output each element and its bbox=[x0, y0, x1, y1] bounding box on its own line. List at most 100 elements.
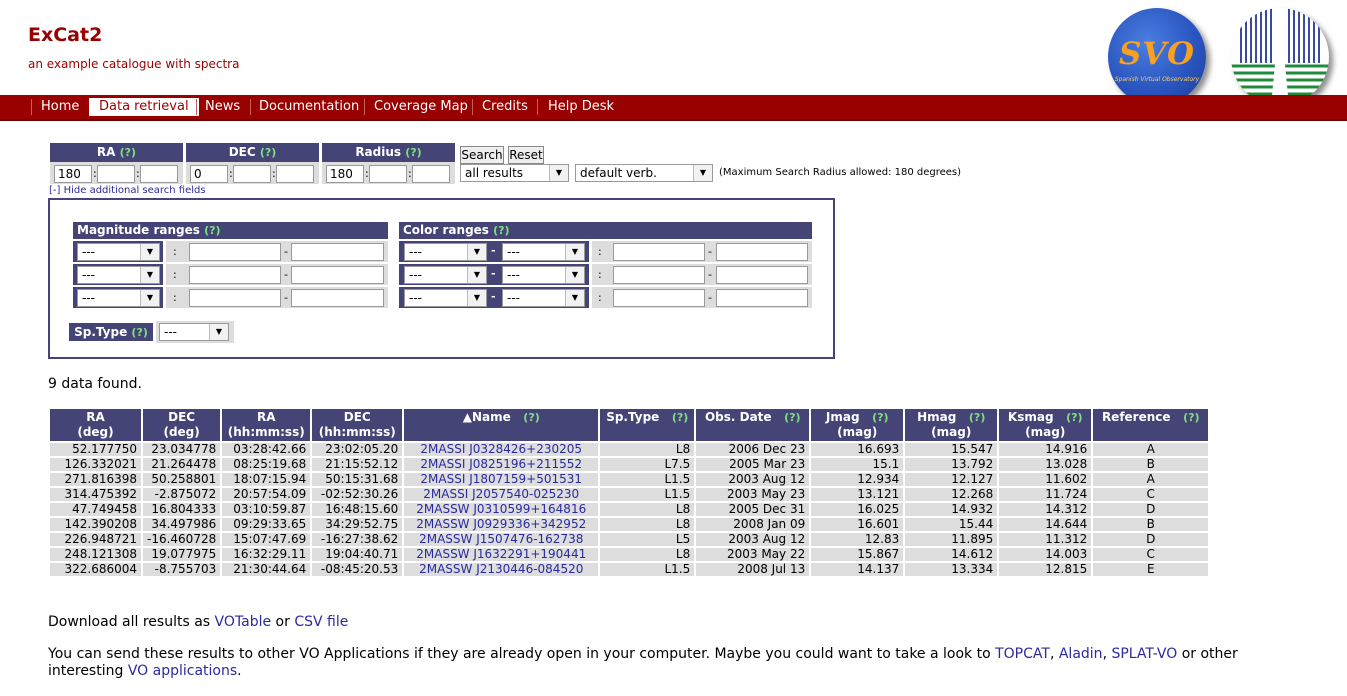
column-header[interactable]: Obs. Date (?) bbox=[696, 409, 810, 441]
radius-header: Radius (?) bbox=[322, 143, 455, 162]
chevron-down-icon: ▼ bbox=[467, 290, 486, 306]
dec-seconds-input[interactable] bbox=[276, 165, 314, 183]
object-name-link[interactable]: 2MASSW J0310599+164816 bbox=[416, 502, 586, 516]
nav-credits[interactable]: Credits bbox=[476, 98, 534, 116]
color-band-a-select-value: --- bbox=[409, 291, 422, 305]
magnitude-min-input[interactable] bbox=[189, 243, 281, 261]
aladin-link[interactable]: Aladin bbox=[1059, 646, 1103, 662]
ra-minutes-input[interactable] bbox=[97, 165, 135, 183]
color-band-a-select[interactable]: --- ▼ bbox=[404, 266, 487, 284]
color-max-input[interactable] bbox=[716, 289, 808, 307]
object-name-link[interactable]: 2MASSW J1632291+190441 bbox=[416, 547, 586, 561]
color-band-b-select[interactable]: --- ▼ bbox=[502, 243, 585, 261]
color-max-input[interactable] bbox=[716, 243, 808, 261]
column-header-unit: (hh:mm:ss) bbox=[227, 425, 305, 439]
magnitude-band-select[interactable]: --- ▼ bbox=[77, 243, 160, 261]
column-help-link[interactable]: (?) bbox=[523, 411, 539, 424]
column-header[interactable]: RA (deg) bbox=[50, 409, 141, 441]
nav-home[interactable]: Home bbox=[35, 98, 85, 116]
color-ranges-header: Color ranges (?) bbox=[399, 222, 812, 239]
column-header[interactable]: Hmag (?) (mag) bbox=[905, 409, 998, 441]
object-name-link[interactable]: 2MASSI J1807159+501531 bbox=[420, 472, 582, 486]
table-cell: 50.258801 bbox=[143, 473, 221, 486]
vo-applications-link[interactable]: VO applications bbox=[128, 663, 237, 679]
download-votable-link[interactable]: VOTable bbox=[215, 614, 272, 630]
svo-logo[interactable]: SVO Spanish Virtual Observatory bbox=[1108, 8, 1206, 106]
topcat-link[interactable]: TOPCAT bbox=[995, 646, 1050, 662]
color-min-input[interactable] bbox=[613, 266, 705, 284]
dec-minutes-input[interactable] bbox=[233, 165, 271, 183]
ra-hours-input[interactable]: 180 bbox=[54, 165, 92, 183]
results-select[interactable]: all results ▼ bbox=[460, 164, 569, 182]
institution-logo-graphic bbox=[1231, 8, 1329, 106]
nav-data-retrieval[interactable]: Data retrieval bbox=[89, 98, 199, 116]
nav-help-desk[interactable]: Help Desk bbox=[542, 98, 620, 116]
dec-degrees-input[interactable]: 0 bbox=[190, 165, 228, 183]
color-band-a-select[interactable]: --- ▼ bbox=[404, 289, 487, 307]
sptype-help-link[interactable]: (?) bbox=[131, 326, 147, 339]
color-max-input[interactable] bbox=[716, 266, 808, 284]
nav-coverage-map[interactable]: Coverage Map bbox=[368, 98, 474, 116]
column-help-link[interactable]: (?) bbox=[1183, 411, 1199, 424]
color-min-input[interactable] bbox=[613, 243, 705, 261]
magnitude-band-select[interactable]: --- ▼ bbox=[77, 266, 160, 284]
column-header[interactable]: ▲Name (?) bbox=[404, 409, 599, 441]
reset-button[interactable]: Reset bbox=[508, 146, 544, 164]
dec-help-link[interactable]: (?) bbox=[260, 146, 276, 159]
ra-help-link[interactable]: (?) bbox=[120, 146, 136, 159]
nav-documentation[interactable]: Documentation bbox=[253, 98, 365, 116]
download-csv-link[interactable]: CSV file bbox=[294, 614, 348, 630]
color-band-b-select[interactable]: --- ▼ bbox=[502, 289, 585, 307]
column-help-link[interactable]: (?) bbox=[969, 411, 985, 424]
search-button[interactable]: Search bbox=[460, 146, 504, 164]
institution-logo[interactable] bbox=[1231, 8, 1329, 106]
sptype-header: Sp.Type (?) bbox=[69, 323, 153, 341]
color-band-b-select[interactable]: --- ▼ bbox=[502, 266, 585, 284]
dash-separator: - bbox=[708, 245, 712, 258]
hide-additional-fields-link[interactable]: [-] Hide additional search fields bbox=[49, 185, 206, 196]
magnitude-help-link[interactable]: (?) bbox=[204, 224, 220, 237]
sptype-select[interactable]: --- ▼ bbox=[159, 323, 229, 341]
ra-header: RA (?) bbox=[50, 143, 183, 162]
magnitude-min-input[interactable] bbox=[189, 289, 281, 307]
ra-seconds-input[interactable] bbox=[140, 165, 178, 183]
magnitude-max-input[interactable] bbox=[291, 266, 384, 284]
radius-minutes-input[interactable] bbox=[369, 165, 407, 183]
column-help-link[interactable]: (?) bbox=[672, 411, 688, 424]
color-min-input[interactable] bbox=[613, 289, 705, 307]
column-header[interactable]: RA (hh:mm:ss) bbox=[222, 409, 311, 441]
color-help-link[interactable]: (?) bbox=[493, 224, 509, 237]
column-header[interactable]: DEC (hh:mm:ss) bbox=[312, 409, 403, 441]
radius-seconds-input[interactable] bbox=[412, 165, 450, 183]
svo-logo-subtext: Spanish Virtual Observatory bbox=[1114, 76, 1200, 83]
magnitude-band-select[interactable]: --- ▼ bbox=[77, 289, 160, 307]
table-cell: 14.916 bbox=[999, 443, 1092, 456]
column-help-link[interactable]: (?) bbox=[784, 411, 800, 424]
splat-vo-link[interactable]: SPLAT-VO bbox=[1111, 646, 1177, 662]
nav-news[interactable]: News bbox=[199, 98, 246, 116]
object-name-link[interactable]: 2MASSW J0929336+342952 bbox=[416, 517, 586, 531]
object-name-link[interactable]: 2MASSI J0825196+211552 bbox=[420, 457, 582, 471]
column-header[interactable]: Sp.Type (?) bbox=[600, 409, 695, 441]
radius-degrees-input[interactable]: 180 bbox=[326, 165, 364, 183]
verbosity-select[interactable]: default verb. ▼ bbox=[575, 164, 713, 182]
column-header[interactable]: Jmag (?) (mag) bbox=[811, 409, 904, 441]
column-header-unit: (mag) bbox=[1025, 425, 1066, 439]
magnitude-max-input[interactable] bbox=[291, 289, 384, 307]
magnitude-min-input[interactable] bbox=[189, 266, 281, 284]
object-name-link[interactable]: 2MASSW J1507476-162738 bbox=[419, 532, 583, 546]
color-band-a-select[interactable]: --- ▼ bbox=[404, 243, 487, 261]
magnitude-band-select-value: --- bbox=[82, 268, 95, 282]
object-name-link[interactable]: 2MASSI J2057540-025230 bbox=[423, 487, 579, 501]
site-title: ExCat2 bbox=[28, 24, 103, 46]
radius-help-link[interactable]: (?) bbox=[405, 146, 421, 159]
object-name-link[interactable]: 2MASSW J2130446-084520 bbox=[419, 562, 583, 576]
column-help-link[interactable]: (?) bbox=[1066, 411, 1082, 424]
column-header[interactable]: DEC (deg) bbox=[143, 409, 221, 441]
column-header[interactable]: Reference (?) bbox=[1093, 409, 1209, 441]
table-cell: 19:04:40.71 bbox=[312, 548, 403, 561]
column-header[interactable]: Ksmag (?) (mag) bbox=[999, 409, 1092, 441]
object-name-link[interactable]: 2MASSI J0328426+230205 bbox=[420, 442, 582, 456]
magnitude-max-input[interactable] bbox=[291, 243, 384, 261]
column-help-link[interactable]: (?) bbox=[872, 411, 888, 424]
